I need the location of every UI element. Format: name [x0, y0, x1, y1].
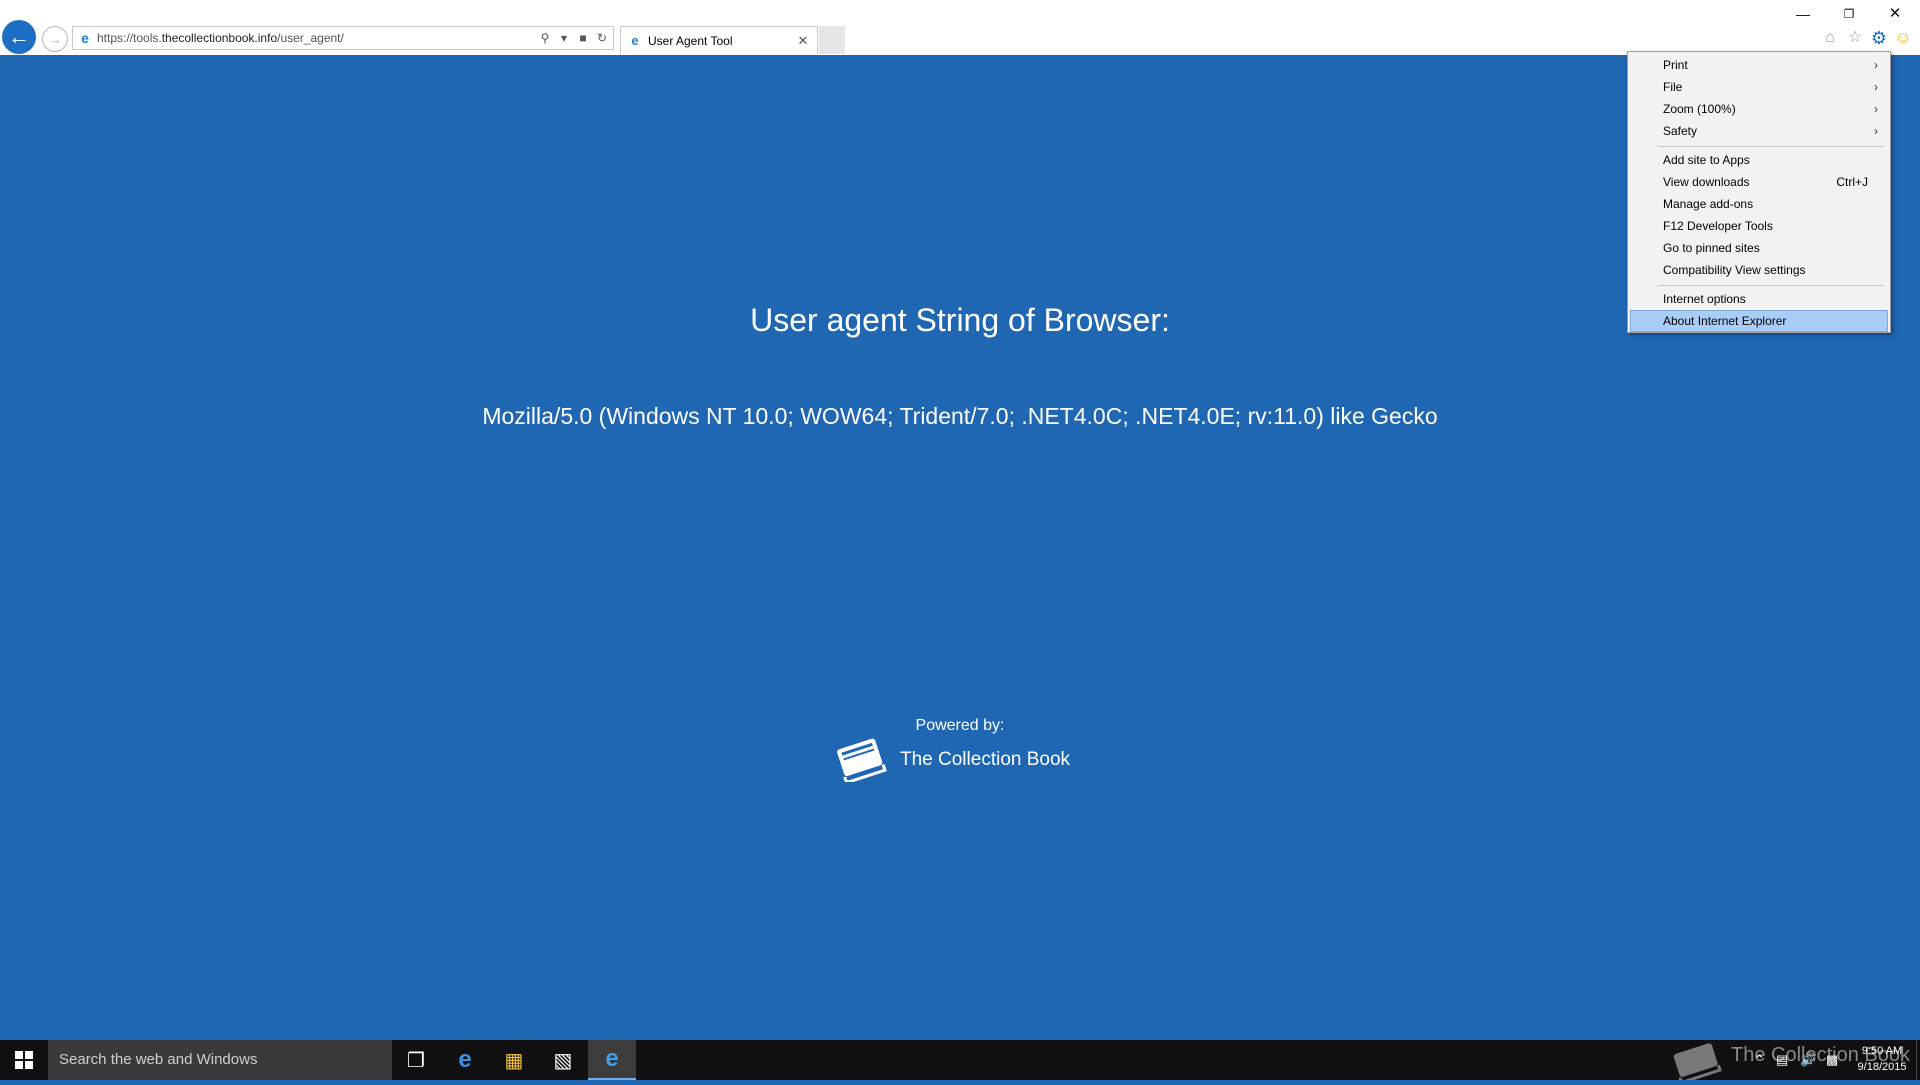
- arrow-left-icon: ←: [8, 24, 30, 49]
- search-icon[interactable]: ⚲: [537, 31, 553, 45]
- menu-item-label: File: [1663, 80, 1683, 94]
- action-center-icon[interactable]: ▩: [1826, 1040, 1838, 1080]
- volume-icon[interactable]: 🔊: [1800, 1040, 1816, 1080]
- tab-title: User Agent Tool: [648, 33, 733, 48]
- menu-item-label: Print: [1663, 58, 1688, 72]
- start-button[interactable]: [0, 1040, 48, 1080]
- menu-item-about-internet-explorer[interactable]: About Internet Explorer: [1630, 310, 1888, 332]
- lock-icon[interactable]: ■: [575, 31, 591, 45]
- chevron-right-icon: ›: [1874, 124, 1878, 138]
- clock[interactable]: 9:50 AM 9/18/2015: [1850, 1043, 1914, 1075]
- network-icon[interactable]: ▤: [1776, 1040, 1788, 1080]
- menu-item-file[interactable]: File ›: [1630, 76, 1888, 98]
- show-desktop-button[interactable]: [1916, 1040, 1920, 1080]
- forward-button[interactable]: →: [42, 26, 68, 52]
- address-bar[interactable]: e https://tools.thecollectionbook.info/u…: [72, 26, 614, 50]
- menu-item-safety[interactable]: Safety ›: [1630, 120, 1888, 142]
- edge-app-icon[interactable]: e: [441, 1040, 489, 1080]
- menu-item-compatibility-view-settings[interactable]: Compatibility View settings: [1630, 259, 1888, 281]
- menu-item-label: About Internet Explorer: [1663, 314, 1787, 328]
- internet-explorer-app-icon[interactable]: e: [588, 1040, 636, 1080]
- close-tab-icon[interactable]: ✕: [795, 33, 811, 49]
- restore-button[interactable]: ❐: [1834, 4, 1864, 24]
- menu-item-go-to-pinned-sites[interactable]: Go to pinned sites: [1630, 237, 1888, 259]
- powered-by-label: Powered by:: [915, 717, 1005, 734]
- url-prefix: https://tools.: [97, 31, 162, 45]
- taskbar-search-box[interactable]: Search the web and Windows: [48, 1040, 392, 1080]
- chevron-up-icon[interactable]: ⌃: [1754, 1040, 1765, 1080]
- chevron-right-icon: ›: [1874, 80, 1878, 94]
- taskbar: Search the web and Windows ❐ e ▦ ▧ e The…: [0, 1040, 1920, 1084]
- menu-item-label: Safety: [1663, 124, 1698, 138]
- clock-time: 9:50 AM: [1861, 1045, 1903, 1057]
- menu-item-manage-add-ons[interactable]: Manage add-ons: [1630, 193, 1888, 215]
- menu-item-internet-options[interactable]: Internet options: [1630, 288, 1888, 310]
- url-domain: thecollectionbook.info: [161, 31, 278, 45]
- new-tab-button[interactable]: [819, 26, 845, 54]
- file-explorer-icon[interactable]: ▦: [490, 1040, 538, 1080]
- brand-name: The Collection Book: [900, 749, 1071, 770]
- menu-item-label: Go to pinned sites: [1663, 241, 1760, 255]
- menu-item-f12-developer-tools[interactable]: F12 Developer Tools: [1630, 215, 1888, 237]
- menu-item-add-site-to-apps[interactable]: Add site to Apps: [1630, 149, 1888, 171]
- tools-menu: Print › File › Zoom (100%) › Safety › Ad…: [1627, 51, 1891, 333]
- menu-separator: [1658, 146, 1884, 147]
- home-icon[interactable]: ⌂: [1820, 28, 1840, 48]
- menu-item-label: Add site to Apps: [1663, 153, 1750, 167]
- user-agent-string: Mozilla/5.0 (Windows NT 10.0; WOW64; Tri…: [482, 403, 1438, 429]
- watermark-book-icon: [1668, 1042, 1724, 1085]
- menu-item-label: Compatibility View settings: [1663, 263, 1806, 277]
- dropdown-icon[interactable]: ▾: [556, 31, 572, 45]
- site-favicon-icon: e: [81, 30, 89, 46]
- back-button[interactable]: ←: [2, 20, 36, 54]
- menu-item-label: Manage add-ons: [1663, 197, 1754, 211]
- menu-item-label: Internet options: [1663, 292, 1746, 306]
- brand-link[interactable]: The Collection Book: [834, 736, 1070, 784]
- chevron-right-icon: ›: [1874, 58, 1878, 72]
- task-view-icon[interactable]: ❐: [392, 1040, 440, 1080]
- menu-item-zoom[interactable]: Zoom (100%) ›: [1630, 98, 1888, 120]
- close-window-button[interactable]: ✕: [1880, 4, 1910, 24]
- menu-separator: [1658, 285, 1884, 286]
- windows-logo-icon: [15, 1051, 33, 1069]
- clock-date: 9/18/2015: [1857, 1061, 1907, 1073]
- book-logo-icon: [834, 734, 888, 787]
- favorites-star-icon[interactable]: ☆: [1845, 28, 1865, 48]
- menu-item-print[interactable]: Print ›: [1630, 54, 1888, 76]
- url-text[interactable]: https://tools.thecollectionbook.info/use…: [97, 31, 537, 45]
- arrow-right-icon: →: [48, 31, 62, 47]
- minimize-button[interactable]: —: [1788, 4, 1818, 24]
- tab-favicon-icon: e: [631, 33, 639, 48]
- feedback-smiley-icon[interactable]: ☺: [1893, 28, 1913, 48]
- chevron-right-icon: ›: [1874, 102, 1878, 116]
- menu-item-label: View downloads: [1663, 175, 1750, 189]
- menu-item-view-downloads[interactable]: View downloads Ctrl+J: [1630, 171, 1888, 193]
- refresh-icon[interactable]: ↻: [594, 31, 610, 45]
- gear-icon[interactable]: ⚙: [1869, 28, 1889, 48]
- menu-item-shortcut: Ctrl+J: [1836, 175, 1868, 189]
- menu-item-label: Zoom (100%): [1663, 102, 1736, 116]
- store-icon[interactable]: ▧: [539, 1040, 587, 1080]
- tab-user-agent-tool[interactable]: e User Agent Tool ✕: [620, 26, 818, 54]
- url-path: /user_agent/: [277, 31, 344, 45]
- menu-item-label: F12 Developer Tools: [1663, 219, 1773, 233]
- browser-chrome: ← → e https://tools.thecollectionbook.in…: [0, 0, 1920, 55]
